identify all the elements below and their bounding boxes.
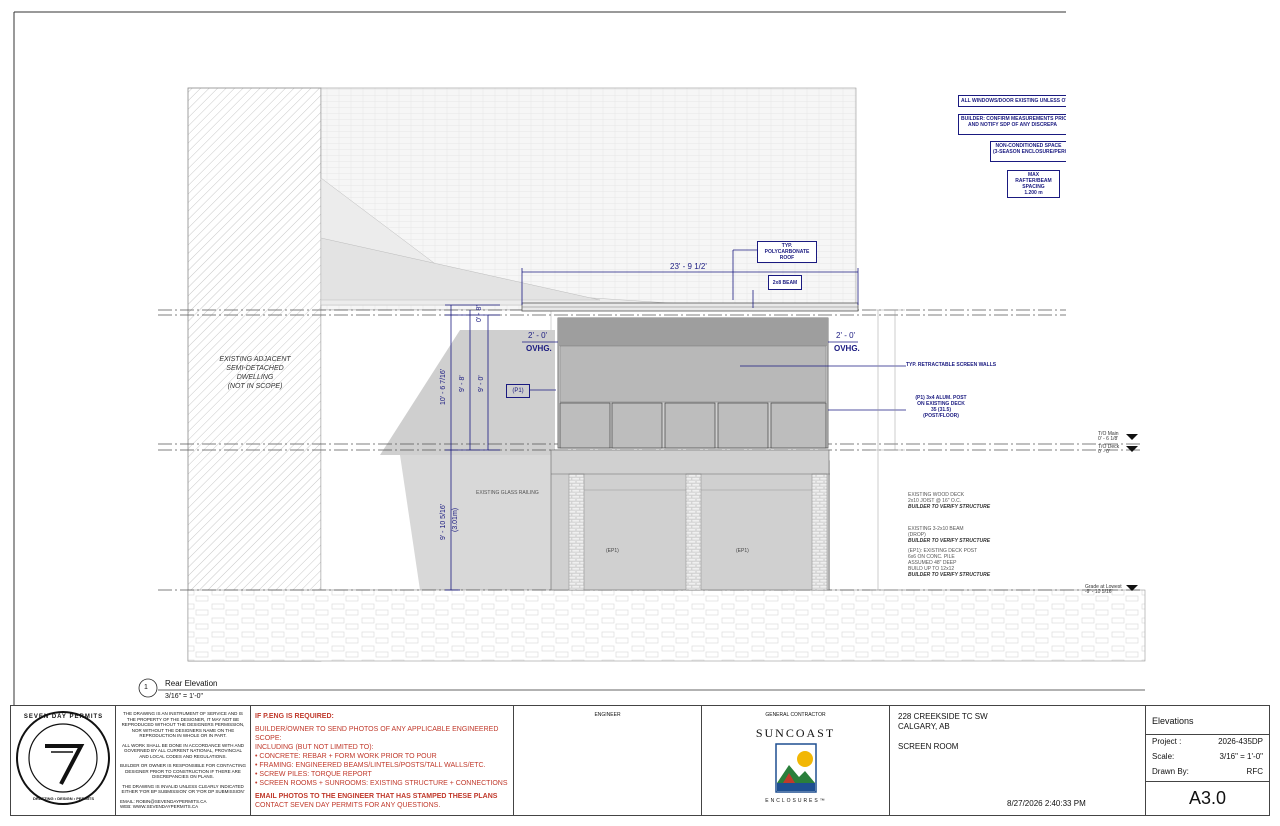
level-tio-main-value: 0' - 6 1/8' xyxy=(1098,436,1119,442)
project-scope: SCREEN ROOM xyxy=(898,742,959,751)
sheet-title: Elevations xyxy=(1152,716,1194,726)
project-address-2: CALGARY, AB xyxy=(898,722,950,731)
disclaimer-2: ALL WORK SHALL BE DONE IN ACCORDANCE WIT… xyxy=(122,742,244,759)
post-callout: (P1) 3x4 ALUM. POST ON EXISTING DECK 35 … xyxy=(906,395,976,419)
level-grade: Grade at Lowest -9' - 10 5/16' xyxy=(1085,585,1122,595)
scale-label: Scale: xyxy=(1152,752,1175,761)
peng-contact: CONTACT SEVEN DAY PERMITS FOR ANY QUESTI… xyxy=(255,802,441,809)
peng-cell: IF P.ENG IS REQUIRED: BUILDER/OWNER TO S… xyxy=(251,706,514,815)
ovhg-left-label: OVHG. xyxy=(526,344,552,353)
deck-note-verify: BUILDER TO VERIFY STRUCTURE xyxy=(908,504,991,510)
adjacent-line-3: DWELLING xyxy=(236,374,274,381)
dim-lower-height: 9' - 10 5/16' xyxy=(440,503,447,540)
elevation-drawing xyxy=(13,11,1146,705)
scale-value: 3/16" = 1'-0" xyxy=(1219,752,1263,761)
sheet-divider-2 xyxy=(1146,781,1269,782)
logo-cell: SEVEN DAY PERMITS DRAFTING • DESIGN • PE… xyxy=(11,706,116,815)
post-tag-ep1-left: (EP1) xyxy=(606,548,619,554)
disclaimer-cell: THE DRAWING IS AN INSTRUMENT OF SERVICE … xyxy=(116,706,251,815)
beam-note-verify: BUILDER TO VERIFY STRUCTURE xyxy=(908,538,991,544)
project-address-1: 228 CREEKSIDE TC SW xyxy=(898,712,988,721)
dim-left-overhang: 2' - 0' xyxy=(528,331,548,340)
adjacent-line-2: SEMI-DETACHED xyxy=(226,365,284,372)
glass-railing-label: EXISTING GLASS RAILING xyxy=(476,490,539,496)
level-tio-deck: T/O Deck 0' - 0' xyxy=(1098,445,1119,455)
peng-line-4: • FRAMING: ENGINEERED BEAMS/LINTELS/POST… xyxy=(255,762,486,769)
peng-line-1: BUILDER/OWNER TO SEND PHOTOS OF ANY APPL… xyxy=(255,726,499,742)
sheet-divider-1 xyxy=(1146,734,1269,735)
nonconditioned-line-2: (3-SEASON ENCLOSURE/PERGO xyxy=(993,149,1066,155)
disclaimer-3: BUILDER OR OWNER IS RESPONSIBLE FOR CONT… xyxy=(120,763,246,779)
peng-line-5: • SCREW PILES: TORQUE REPORT xyxy=(255,771,372,778)
disclaimer-1: THE DRAWING IS AN INSTRUMENT OF SERVICE … xyxy=(121,711,245,738)
peng-email: EMAIL PHOTOS TO THE ENGINEER THAT HAS ST… xyxy=(255,793,498,800)
dim-9-8: 9' - 8' xyxy=(459,375,466,392)
peng-title: IF P.ENG IS REQUIRED: xyxy=(255,713,334,720)
engineer-label: ENGINEER xyxy=(594,712,621,718)
post-note-verify: BUILDER TO VERIFY STRUCTURE xyxy=(908,572,991,578)
polycarbonate-line-2: ROOF xyxy=(779,255,795,261)
sheet-number: A3.0 xyxy=(1188,788,1227,808)
adjacent-line-1: EXISTING ADJACENT xyxy=(219,356,291,363)
dim-10-6: 10' - 6 7/16' xyxy=(440,368,447,405)
builder-note: BUILDER: CONFIRM MEASUREMENTS PRIOR TO A… xyxy=(958,114,1066,135)
drawing-sheet: EXISTING ADJACENT SEMI-DETACHED DWELLING… xyxy=(0,0,1280,826)
deck-note: EXISTING WOOD DECK 2x10 JOIST @ 16" O.C.… xyxy=(908,492,998,510)
engineer-cell: ENGINEER xyxy=(514,706,702,815)
level-tio-main: T/O Main 0' - 6 1/8' xyxy=(1098,432,1119,442)
builder-note-line-2: AND NOTIFY SDP OF ANY DISCREPA xyxy=(968,122,1057,128)
view-scale: 3/16" = 1'-0" xyxy=(165,693,204,700)
peng-line-3: • CONCRETE: REBAR + FORM WORK PRIOR TO P… xyxy=(255,753,437,760)
nonconditioned-note: NON-CONDITIONED SPACE (3-SEASON ENCLOSUR… xyxy=(990,141,1066,162)
peng-line-2: INCLUDING (BUT NOT LIMITED TO): xyxy=(255,744,374,751)
drawn-by-label: Drawn By: xyxy=(1152,767,1189,776)
dim-overall-width: 23' - 9 1/2' xyxy=(670,262,707,271)
adjacent-dwelling-label: EXISTING ADJACENT SEMI-DETACHED DWELLING… xyxy=(205,355,305,391)
post-callout-line-4: (POST/FLOOR) xyxy=(923,413,959,419)
post-tag-ep1-right: (EP1) xyxy=(736,548,749,554)
title-block: SEVEN DAY PERMITS DRAFTING • DESIGN • PE… xyxy=(10,705,1270,816)
sheet-info-cell: Elevations Project : 2026-435DP Scale: 3… xyxy=(1146,706,1269,815)
suncoast-logo-icon xyxy=(775,743,817,793)
project-value: 2026-435DP xyxy=(1218,737,1263,746)
level-tio-deck-value: 0' - 0' xyxy=(1098,449,1110,455)
project-label: Project : xyxy=(1152,737,1182,746)
dim-lower-metric: (3.01m) xyxy=(452,507,459,532)
polycarbonate-callout: TYP. POLYCARBONATE ROOF xyxy=(757,241,817,263)
dim-right-overhang: 2' - 0' xyxy=(836,331,856,340)
rafter-line-3: 1.200 m xyxy=(1024,190,1043,196)
gc-label: GENERAL CONTRACTOR xyxy=(765,712,826,718)
print-timestamp: 8/27/2026 2:40:33 PM xyxy=(1007,799,1086,808)
view-title: Rear Elevation xyxy=(165,679,218,688)
rafter-note: MAX RAFTER/BEAM SPACING 1.200 m xyxy=(1007,170,1060,198)
dim-9-0: 9' - 0' xyxy=(478,375,485,392)
beam-note: EXISTING 3-2x10 BEAM (DROP) BUILDER TO V… xyxy=(908,526,998,544)
gc-name: SUNCOAST xyxy=(755,726,836,740)
drawn-by-value: RFC xyxy=(1246,767,1263,776)
dim-0-8: 0' - 8' xyxy=(476,305,483,322)
polycarbonate-line-1: TYP. POLYCARBONATE xyxy=(764,243,810,255)
project-cell: 228 CREEKSIDE TC SW CALGARY, AB SCREEN R… xyxy=(890,706,1146,815)
beam-callout: 2x8 BEAM xyxy=(768,275,802,290)
view-number: 1 xyxy=(144,684,148,691)
ovhg-right-label: OVHG. xyxy=(834,344,860,353)
adjacent-line-4: (NOT IN SCOPE) xyxy=(227,383,283,390)
logo-text: SEVEN DAY PERMITS xyxy=(23,714,104,720)
logo-subtext: DRAFTING • DESIGN • PERMITS xyxy=(32,796,95,801)
post-tag-p1: (P1) xyxy=(506,384,530,398)
gc-cell: GENERAL CONTRACTOR SUNCOAST ENCLOSURES™ xyxy=(702,706,890,815)
windows-note: ALL WINDOWS/DOOR EXISTING UNLESS OTH xyxy=(958,95,1066,107)
peng-line-6: • SCREEN ROOMS + SUNROOMS: EXISTING STRU… xyxy=(255,780,508,787)
gc-subname: ENCLOSURES™ xyxy=(765,798,827,804)
disclaimer-4: THE DRAWING IS INVALID UNLESS CLEARLY IN… xyxy=(121,783,245,795)
retractable-callout: TYP. RETRACTABLE SCREEN WALLS xyxy=(906,362,997,368)
level-grade-value: -9' - 10 5/16' xyxy=(1085,589,1113,595)
post-note: (EP1): EXISTING DECK POST 6x6 ON CONC. P… xyxy=(908,548,998,578)
contact-web: WEB: WWW.SEVENDAYPERMITS.CA xyxy=(120,804,199,809)
rafter-line-1: MAX RAFTER/BEAM xyxy=(1015,172,1052,184)
